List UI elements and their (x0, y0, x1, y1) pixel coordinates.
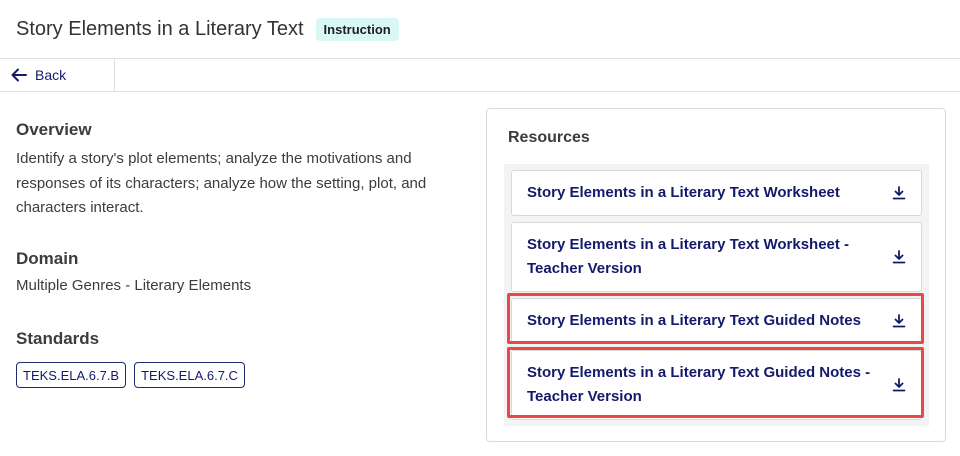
download-icon[interactable] (892, 186, 906, 200)
sub-toolbar: Back (0, 59, 960, 92)
page-title: Story Elements in a Literary Text (16, 17, 304, 40)
domain-section: Domain Multiple Genres - Literary Elemen… (16, 249, 251, 294)
overview-text: Identify a story's plot elements; analyz… (16, 150, 427, 216)
standards-section: Standards TEKS.ELA.6.7.B TEKS.ELA.6.7.C (16, 329, 245, 388)
standards-heading: Standards (16, 329, 100, 348)
resource-label: Story Elements in a Literary Text Worksh… (527, 236, 850, 277)
back-button[interactable]: Back (0, 59, 115, 91)
resources-heading: Resources (508, 129, 590, 146)
resource-item[interactable]: Story Elements in a Literary Text Worksh… (511, 170, 922, 216)
resource-label: Story Elements in a Literary Text Guided… (527, 312, 861, 329)
resource-label: Story Elements in a Literary Text Worksh… (527, 184, 840, 201)
resources-panel: Resources Story Elements in a Literary T… (486, 108, 946, 442)
domain-heading: Domain (16, 249, 79, 268)
overview-heading: Overview (16, 120, 92, 139)
resources-list: Story Elements in a Literary Text Worksh… (504, 164, 929, 426)
standards-list: TEKS.ELA.6.7.B TEKS.ELA.6.7.C (16, 362, 245, 388)
resource-item[interactable]: Story Elements in a Literary Text Guided… (511, 350, 922, 420)
standard-tag[interactable]: TEKS.ELA.6.7.C (134, 362, 245, 388)
back-label: Back (35, 67, 67, 83)
page-header: Story Elements in a Literary Text Instru… (0, 0, 960, 59)
resource-item[interactable]: Story Elements in a Literary Text Worksh… (511, 222, 922, 292)
arrow-left-icon (11, 68, 27, 82)
overview-section: Overview Identify a story's plot element… (16, 120, 466, 221)
standard-tag[interactable]: TEKS.ELA.6.7.B (16, 362, 127, 388)
download-icon[interactable] (892, 314, 906, 328)
resource-label: Story Elements in a Literary Text Guided… (527, 364, 871, 405)
domain-value: Multiple Genres - Literary Elements (16, 277, 252, 294)
download-icon[interactable] (892, 250, 906, 264)
type-badge: Instruction (315, 17, 399, 41)
resource-item[interactable]: Story Elements in a Literary Text Guided… (511, 298, 922, 344)
download-icon[interactable] (892, 378, 906, 392)
